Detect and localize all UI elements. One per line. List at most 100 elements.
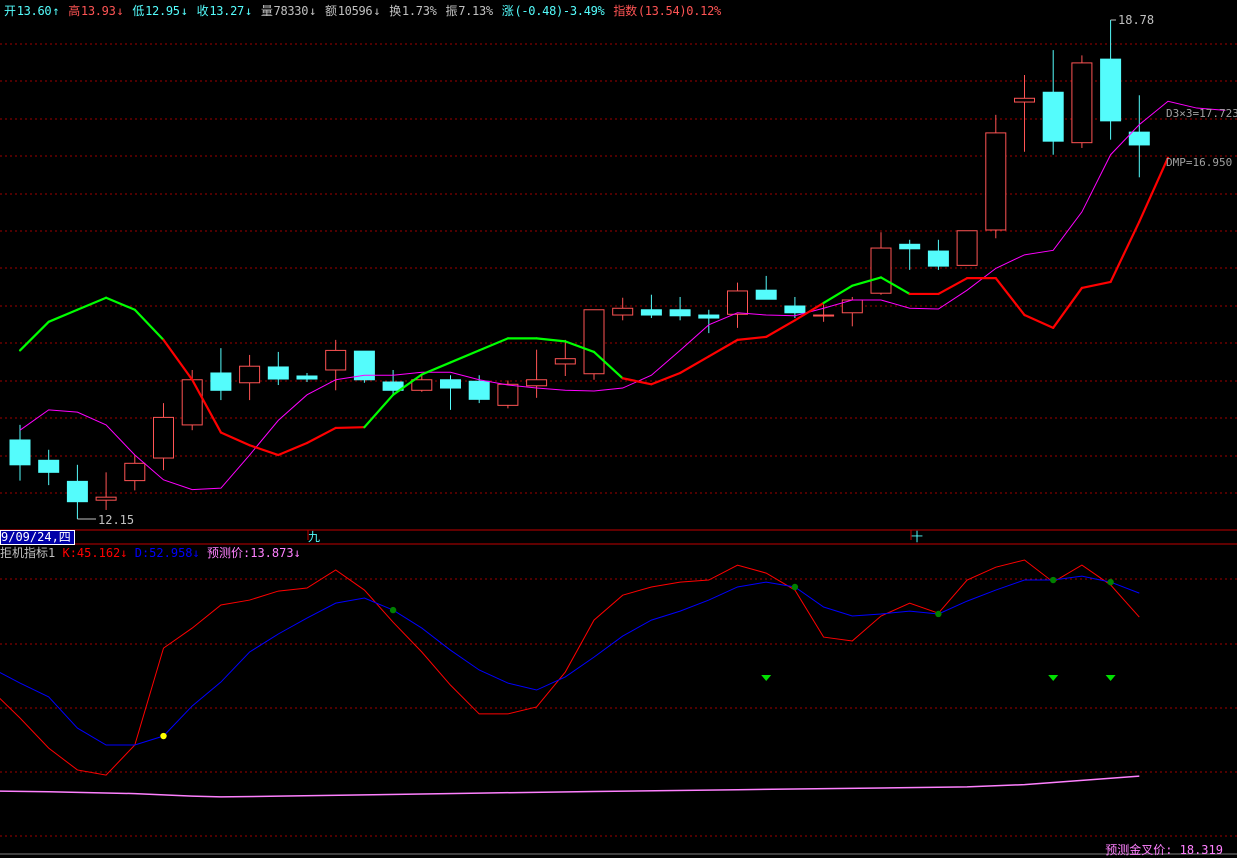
candle-down <box>9 439 31 466</box>
candle-down <box>66 480 88 503</box>
amount-label: 额10596↓ <box>325 4 381 18</box>
month-label-10: 十 <box>911 530 924 544</box>
dmp-line-up <box>133 308 165 341</box>
dmp-line-down <box>1138 156 1170 223</box>
candle-down <box>899 243 921 250</box>
month-label-9: 九 <box>308 530 321 544</box>
dmp-line-up <box>363 393 395 429</box>
dmp-line-down <box>1052 286 1084 329</box>
candle-down <box>440 379 461 389</box>
dmp-line-up <box>478 337 509 352</box>
candle-up <box>870 247 892 294</box>
candle-down <box>1042 91 1064 142</box>
candle-up <box>612 307 634 316</box>
dmp-line-up <box>18 320 50 352</box>
candle-down <box>210 372 232 391</box>
candle-up <box>411 379 433 391</box>
dmp-line-up <box>104 296 136 311</box>
indicator-legend: 拒机指标1 K:45.162↓ D:52.958↓ 预测价:13.873↓ <box>0 544 301 561</box>
candle-up <box>727 290 748 315</box>
sell-signal-dot <box>389 606 397 614</box>
quote-info-bar: 开13.60↑ 高13.93↓ 低12.95↓ 收13.27↓ 量78330↓ … <box>4 2 723 19</box>
k-value: K:45.162↓ <box>62 546 128 560</box>
candle-down <box>669 309 691 317</box>
dmp-line-down <box>937 277 969 296</box>
candle-down <box>640 309 662 316</box>
down-triangle-icon <box>761 675 772 681</box>
candle-down <box>784 305 806 314</box>
dmp-line-down <box>707 338 739 358</box>
candle-up <box>583 309 605 375</box>
forecast-price: 预测价:13.873↓ <box>207 546 301 560</box>
d-value: D:52.958↓ <box>134 546 200 560</box>
candle-down <box>698 314 720 319</box>
dmp-line-down <box>765 319 797 338</box>
sell-signal-dot <box>791 583 799 591</box>
dmp-line-down <box>736 335 768 341</box>
candle-up <box>526 379 548 387</box>
volume-label: 量78330↓ <box>260 4 317 18</box>
dmp-line-down <box>1023 313 1055 329</box>
dmp-line-down <box>162 338 194 381</box>
dmp-line-down <box>219 431 251 447</box>
open-label: 开13.60↑ <box>4 4 60 18</box>
kline-chart[interactable] <box>0 0 1237 856</box>
dmp-line-down <box>305 426 337 445</box>
candle-down <box>1128 131 1150 146</box>
candle-up <box>1071 62 1093 144</box>
sell-signal-dot <box>935 610 942 618</box>
candle-up <box>153 416 174 459</box>
candle-down <box>38 459 60 473</box>
candle-down <box>267 366 289 380</box>
dmp-line-up <box>535 337 567 343</box>
d-line <box>0 575 1140 746</box>
candle-up <box>124 462 146 482</box>
candle-up <box>325 349 347 371</box>
amplitude-label: 振7.13% <box>445 4 493 18</box>
high-label: 高13.93↓ <box>68 4 124 18</box>
turnover-label: 换1.73% <box>389 4 437 18</box>
dmp-line-up <box>76 296 108 311</box>
dmp-line-down <box>1080 280 1112 290</box>
indicator-name[interactable]: 拒机指标1 <box>0 546 55 560</box>
candle-up <box>554 358 576 365</box>
dmp-line-down <box>334 426 366 430</box>
down-triangle-icon <box>1048 675 1059 681</box>
candle-up <box>985 132 1007 231</box>
dmp-line-down <box>678 355 710 375</box>
candle-up <box>181 379 203 426</box>
dmp-line-down <box>621 377 653 386</box>
candle-up <box>497 383 519 406</box>
candle-down <box>927 250 949 267</box>
change-label: 涨(-0.48)-3.49% <box>501 4 605 18</box>
down-triangle-icon <box>1105 675 1116 681</box>
d3x3-line <box>19 100 1226 491</box>
forecast-line <box>0 775 1140 798</box>
k-line <box>0 559 1140 776</box>
candle-down <box>468 380 490 400</box>
low-price-label: 12.15 <box>98 513 135 527</box>
dmp-line-down <box>1109 220 1141 284</box>
cursor-date: 9/09/24,四 <box>0 530 75 545</box>
candle-up <box>956 230 978 266</box>
dmp-line-up <box>47 308 79 323</box>
candle-down <box>755 289 777 300</box>
dmp-line-down <box>650 371 682 386</box>
candle-up <box>239 365 261 384</box>
low-label: 低12.95↓ <box>132 4 188 18</box>
sell-signal-dot <box>1107 578 1114 586</box>
index-label: 指数(13.54)0.12% <box>613 4 721 18</box>
dmp-line-down <box>277 441 309 457</box>
d3x3-value-label: D3×3=17.723 <box>1166 107 1237 120</box>
candle-up <box>1014 97 1035 103</box>
dmp-line-up <box>449 349 481 364</box>
candle-up <box>813 314 835 317</box>
candle-down <box>296 375 318 380</box>
dmp-value-label: DMP=16.950 <box>1166 156 1233 169</box>
candle-up <box>95 496 117 501</box>
high-price-label: 18.78 <box>1118 13 1155 27</box>
buy-signal-dot <box>160 732 167 740</box>
sell-signal-dot <box>1050 576 1057 584</box>
close-label: 收13.27↓ <box>196 4 253 18</box>
golden-cross-price: 预测金叉价: 18.319 <box>1105 843 1223 857</box>
